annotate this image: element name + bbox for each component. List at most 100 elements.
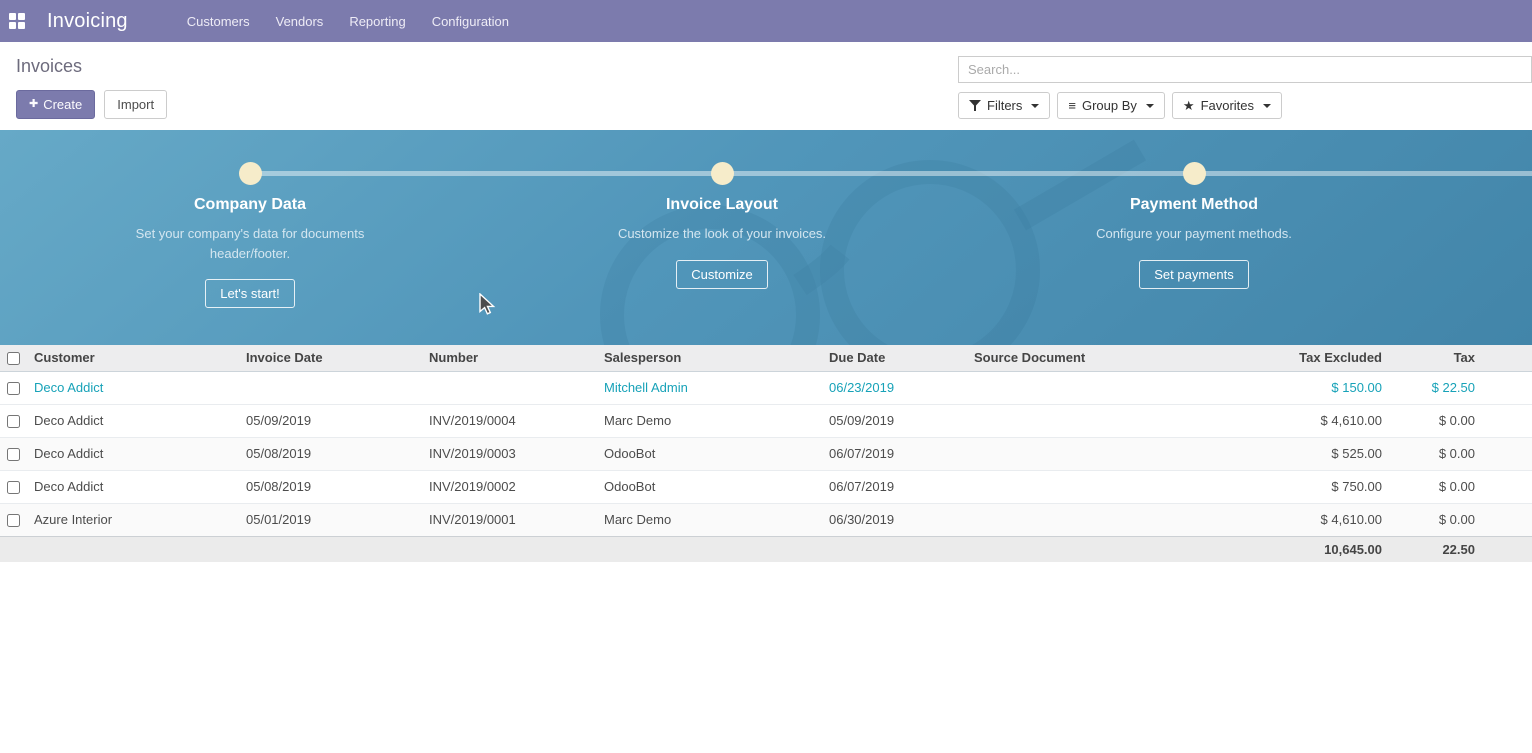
cell-tax: $ 0.00 bbox=[1390, 503, 1483, 536]
chevron-down-icon bbox=[1146, 104, 1154, 108]
group-by-dropdown[interactable]: ≡ Group By bbox=[1057, 92, 1165, 119]
main-menu: Customers Vendors Reporting Configuratio… bbox=[174, 0, 522, 42]
filters-dropdown[interactable]: Filters bbox=[958, 92, 1050, 119]
cell-source-document bbox=[966, 404, 1223, 437]
favorites-label: Favorites bbox=[1201, 98, 1254, 113]
cell-customer: Azure Interior bbox=[26, 503, 238, 536]
table-row[interactable]: Deco Addict 05/08/2019 INV/2019/0003 Odo… bbox=[0, 437, 1532, 470]
control-panel: Invoices ✚ Create Import Filters ≡ Group… bbox=[0, 42, 1532, 130]
step-title: Company Data bbox=[100, 196, 400, 214]
col-tax-excluded[interactable]: Tax Excluded bbox=[1223, 345, 1390, 371]
app-brand[interactable]: Invoicing bbox=[47, 10, 128, 33]
menu-configuration[interactable]: Configuration bbox=[419, 0, 522, 42]
onboarding-banner: Company Data Set your company's data for… bbox=[0, 130, 1532, 345]
step-description: Set your company's data for documents he… bbox=[134, 224, 366, 263]
table-row[interactable]: Azure Interior 05/01/2019 INV/2019/0001 … bbox=[0, 503, 1532, 536]
lets-start-button[interactable]: Let's start! bbox=[205, 279, 295, 308]
menu-customers[interactable]: Customers bbox=[174, 0, 263, 42]
set-payments-button[interactable]: Set payments bbox=[1139, 260, 1249, 289]
cell-invoice-date: 05/09/2019 bbox=[238, 404, 421, 437]
row-checkbox[interactable] bbox=[7, 481, 20, 494]
col-salesperson[interactable]: Salesperson bbox=[596, 345, 821, 371]
step-description: Configure your payment methods. bbox=[1078, 224, 1310, 244]
create-button-label: Create bbox=[43, 96, 82, 113]
cell-tax: $ 0.00 bbox=[1390, 404, 1483, 437]
cell-tax-excluded: $ 525.00 bbox=[1223, 437, 1390, 470]
cell-salesperson: Mitchell Admin bbox=[596, 371, 821, 404]
cell-customer: Deco Addict bbox=[26, 437, 238, 470]
row-checkbox[interactable] bbox=[7, 514, 20, 527]
filter-funnel-icon bbox=[969, 100, 981, 111]
cell-invoice-date: 05/08/2019 bbox=[238, 437, 421, 470]
cell-invoice-date bbox=[238, 371, 421, 404]
cell-tax: $ 22.50 bbox=[1390, 371, 1483, 404]
cell-due-date: 05/09/2019 bbox=[821, 404, 966, 437]
row-checkbox[interactable] bbox=[7, 415, 20, 428]
cell-source-document bbox=[966, 437, 1223, 470]
menu-vendors[interactable]: Vendors bbox=[263, 0, 337, 42]
col-due-date[interactable]: Due Date bbox=[821, 345, 966, 371]
table-row[interactable]: Deco Addict Mitchell Admin 06/23/2019 $ … bbox=[0, 371, 1532, 404]
onboarding-step-payment-method: Payment Method Configure your payment me… bbox=[1044, 196, 1344, 289]
cell-salesperson: OdooBot bbox=[596, 470, 821, 503]
step-dot-invoice-layout bbox=[711, 162, 734, 185]
cell-source-document bbox=[966, 470, 1223, 503]
cell-salesperson: Marc Demo bbox=[596, 404, 821, 437]
cell-tax: $ 0.00 bbox=[1390, 437, 1483, 470]
star-icon: ★ bbox=[1183, 100, 1195, 112]
create-button[interactable]: ✚ Create bbox=[16, 90, 95, 119]
apps-menu-icon[interactable] bbox=[9, 13, 26, 30]
cell-tax-excluded: $ 4,610.00 bbox=[1223, 404, 1390, 437]
cell-salesperson: Marc Demo bbox=[596, 503, 821, 536]
step-dot-payment-method bbox=[1183, 162, 1206, 185]
cell-customer: Deco Addict bbox=[26, 404, 238, 437]
cell-tax-excluded: $ 4,610.00 bbox=[1223, 503, 1390, 536]
cell-source-document bbox=[966, 503, 1223, 536]
onboarding-progress-line bbox=[250, 171, 1532, 176]
onboarding-step-invoice-layout: Invoice Layout Customize the look of you… bbox=[572, 196, 872, 289]
cell-salesperson: OdooBot bbox=[596, 437, 821, 470]
table-header-row: Customer Invoice Date Number Salesperson… bbox=[0, 345, 1532, 371]
col-tax[interactable]: Tax bbox=[1390, 345, 1483, 371]
col-number[interactable]: Number bbox=[421, 345, 596, 371]
cell-number: INV/2019/0001 bbox=[421, 503, 596, 536]
cell-due-date: 06/07/2019 bbox=[821, 470, 966, 503]
cell-number bbox=[421, 371, 596, 404]
import-button[interactable]: Import bbox=[104, 90, 167, 119]
table-row[interactable]: Deco Addict 05/09/2019 INV/2019/0004 Mar… bbox=[0, 404, 1532, 437]
search-input[interactable] bbox=[958, 56, 1532, 83]
favorites-dropdown[interactable]: ★ Favorites bbox=[1172, 92, 1282, 119]
cell-invoice-date: 05/08/2019 bbox=[238, 470, 421, 503]
chevron-down-icon bbox=[1031, 104, 1039, 108]
totals-row: 10,645.00 22.50 bbox=[0, 536, 1532, 562]
cell-tax-excluded: $ 150.00 bbox=[1223, 371, 1390, 404]
plus-icon: ✚ bbox=[29, 96, 38, 113]
step-description: Customize the look of your invoices. bbox=[606, 224, 838, 244]
cell-customer: Deco Addict bbox=[26, 371, 238, 404]
total-tax-excluded: 10,645.00 bbox=[1223, 536, 1390, 562]
cell-customer: Deco Addict bbox=[26, 470, 238, 503]
cell-due-date: 06/23/2019 bbox=[821, 371, 966, 404]
row-checkbox[interactable] bbox=[7, 448, 20, 461]
group-by-label: Group By bbox=[1082, 98, 1137, 113]
onboarding-step-company-data: Company Data Set your company's data for… bbox=[100, 196, 400, 308]
cell-number: INV/2019/0002 bbox=[421, 470, 596, 503]
cell-tax-excluded: $ 750.00 bbox=[1223, 470, 1390, 503]
row-checkbox[interactable] bbox=[7, 382, 20, 395]
select-all-checkbox[interactable] bbox=[7, 352, 20, 365]
col-source-document[interactable]: Source Document bbox=[966, 345, 1223, 371]
cell-invoice-date: 05/01/2019 bbox=[238, 503, 421, 536]
step-title: Invoice Layout bbox=[572, 196, 872, 214]
step-title: Payment Method bbox=[1044, 196, 1344, 214]
chevron-down-icon bbox=[1263, 104, 1271, 108]
customize-button[interactable]: Customize bbox=[676, 260, 767, 289]
menu-reporting[interactable]: Reporting bbox=[336, 0, 418, 42]
table-row[interactable]: Deco Addict 05/08/2019 INV/2019/0002 Odo… bbox=[0, 470, 1532, 503]
cell-tax: $ 0.00 bbox=[1390, 470, 1483, 503]
cell-number: INV/2019/0004 bbox=[421, 404, 596, 437]
col-customer[interactable]: Customer bbox=[26, 345, 238, 371]
top-navbar: Invoicing Customers Vendors Reporting Co… bbox=[0, 0, 1532, 42]
group-by-icon: ≡ bbox=[1068, 100, 1076, 112]
col-invoice-date[interactable]: Invoice Date bbox=[238, 345, 421, 371]
cell-due-date: 06/07/2019 bbox=[821, 437, 966, 470]
